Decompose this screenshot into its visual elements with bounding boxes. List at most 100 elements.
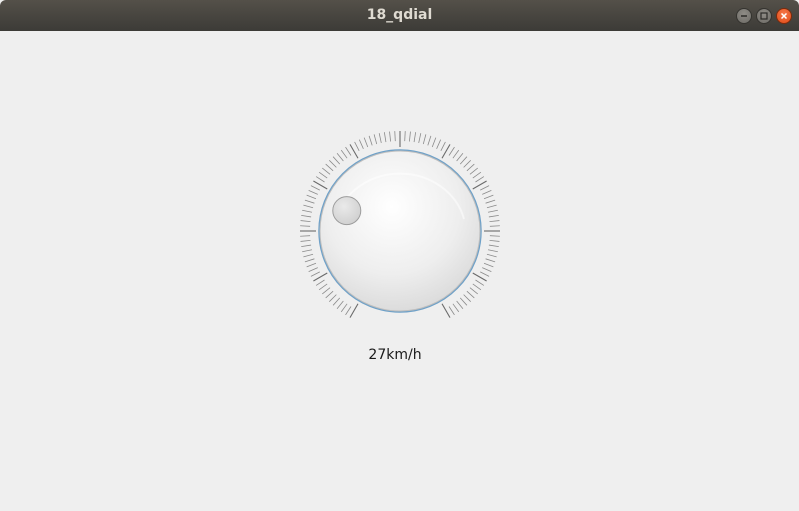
dial-minor-notch: [304, 258, 315, 263]
dial-minor-notch: [427, 135, 432, 146]
title-bar[interactable]: 18_qdial: [0, 0, 799, 31]
dial-minor-notch: [300, 235, 311, 237]
dial-minor-notch: [459, 297, 468, 306]
dial-minor-notch: [431, 137, 437, 148]
dial-minor-notch: [308, 189, 318, 195]
dial-minor-notch: [482, 267, 492, 273]
dial-minor-notch: [300, 225, 311, 227]
dial-minor-notch: [486, 253, 497, 258]
dial-minor-notch: [336, 153, 344, 162]
dial-minor-notch: [304, 199, 315, 204]
dial-minor-notch: [486, 204, 497, 209]
dial-minor-notch: [488, 214, 499, 218]
dial-minor-notch: [452, 149, 460, 159]
dial-minor-notch: [440, 141, 446, 151]
dial-minor-notch: [332, 156, 341, 165]
dial-minor-notch: [469, 287, 478, 295]
dial-minor-notch: [422, 134, 427, 145]
dial-minor-notch: [318, 283, 328, 291]
dial-knob[interactable]: [319, 150, 481, 312]
dial-minor-notch: [489, 225, 500, 227]
dial-minor-notch: [487, 249, 498, 253]
dial-minor-notch: [306, 194, 317, 200]
dial-minor-notch: [489, 235, 500, 237]
dial-minor-notch: [489, 220, 500, 222]
dial-minor-notch: [413, 132, 417, 143]
dial-minor-notch: [332, 297, 341, 306]
speed-label: 27km/h: [368, 347, 422, 363]
dial-minor-notch: [452, 303, 460, 313]
window-title: 18_qdial: [366, 7, 433, 23]
dial-minor-notch: [329, 160, 337, 168]
dial-minor-notch: [322, 287, 331, 295]
dial-minor-notch: [404, 131, 406, 142]
dial-minor-notch: [488, 244, 499, 248]
dial-graphic[interactable]: [290, 121, 510, 341]
dial-minor-notch: [482, 189, 492, 195]
dial-minor-notch: [472, 171, 482, 179]
dial-minor-notch: [308, 267, 318, 273]
dial-minor-notch: [302, 209, 313, 213]
dial-minor-notch: [340, 303, 348, 313]
dial-minor-notch: [325, 290, 334, 299]
dial-major-notch: [349, 303, 359, 318]
dial-minor-notch: [466, 163, 475, 172]
dial-minor-notch: [329, 294, 337, 302]
dial-minor-notch: [463, 160, 471, 168]
dial-minor-notch: [310, 185, 320, 191]
dial-minor-notch: [475, 176, 485, 183]
dial-minor-notch: [456, 153, 464, 162]
dial-minor-notch: [310, 271, 320, 277]
dial-minor-notch: [301, 244, 312, 248]
dial-handle[interactable]: [332, 196, 362, 226]
dial-minor-notch: [300, 220, 311, 222]
dial-minor-notch: [373, 134, 378, 145]
dial-minor-notch: [487, 209, 498, 213]
dial-minor-notch: [409, 131, 411, 142]
minimize-icon: [741, 15, 747, 17]
dial-minor-notch: [472, 283, 482, 291]
dial-minor-notch: [345, 146, 352, 156]
dial-minor-notch: [483, 194, 494, 200]
dial-minor-notch: [489, 240, 500, 242]
dial-minor-notch: [345, 306, 352, 316]
dial-minor-notch: [315, 279, 325, 286]
dial-minor-notch: [363, 137, 369, 148]
dial-minor-notch: [483, 262, 494, 268]
dial-minor-notch: [436, 139, 442, 149]
dial-minor-notch: [325, 163, 334, 172]
dial-minor-notch: [418, 133, 422, 144]
dial-minor-notch: [475, 279, 485, 286]
dial-minor-notch: [354, 141, 360, 151]
close-button[interactable]: [776, 8, 792, 24]
maximize-icon: [760, 12, 768, 20]
dial-minor-notch: [389, 131, 391, 142]
dial-minor-notch: [301, 214, 312, 218]
dial-minor-notch: [315, 176, 325, 183]
close-icon: [780, 12, 788, 20]
dial-minor-notch: [378, 133, 382, 144]
dial-minor-notch: [302, 249, 313, 253]
maximize-button[interactable]: [756, 8, 772, 24]
dial-minor-notch: [485, 258, 496, 263]
dial-minor-notch: [466, 290, 475, 299]
dial-minor-notch: [448, 146, 455, 156]
dial-minor-notch: [448, 306, 455, 316]
dial-minor-notch: [485, 199, 496, 204]
dial-minor-notch: [383, 132, 387, 143]
dial-minor-notch: [358, 139, 364, 149]
dial-minor-notch: [300, 240, 311, 242]
dial-minor-notch: [463, 294, 471, 302]
dial-minor-notch: [340, 149, 348, 159]
dial-minor-notch: [394, 131, 396, 142]
dial-minor-notch: [303, 204, 314, 209]
dial-minor-notch: [318, 171, 328, 179]
speed-dial[interactable]: [290, 121, 510, 341]
dial-minor-notch: [480, 185, 490, 191]
dial-minor-notch: [459, 156, 468, 165]
dial-minor-notch: [336, 300, 344, 309]
dial-minor-notch: [322, 167, 331, 175]
minimize-button[interactable]: [736, 8, 752, 24]
dial-minor-notch: [480, 271, 490, 277]
dial-minor-notch: [306, 262, 317, 268]
